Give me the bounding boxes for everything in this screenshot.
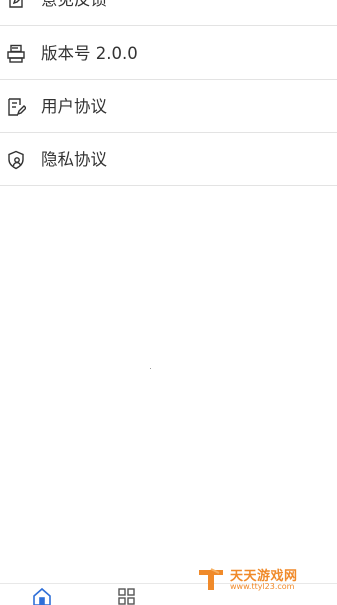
document-edit-icon [6, 97, 26, 117]
tab-home[interactable] [32, 587, 52, 605]
user-agreement-label: 用户协议 [41, 97, 107, 116]
apps-grid-icon [118, 588, 135, 605]
feedback-label: 意见反馈 [41, 0, 107, 26]
list-item-user-agreement[interactable]: 用户协议 [0, 80, 337, 133]
edit-icon [6, 0, 26, 10]
printer-icon [6, 44, 26, 64]
tab-apps[interactable] [117, 587, 137, 605]
watermark: 天天游戏网 www.ttyl23.com [196, 564, 337, 594]
watermark-logo-icon [199, 568, 223, 590]
stray-dot [150, 368, 151, 369]
list-item-feedback[interactable]: 意见反馈 [0, 0, 337, 26]
home-icon [33, 587, 51, 605]
version-label: 版本号 2.0.0 [41, 44, 138, 63]
list-item-version[interactable]: 版本号 2.0.0 [0, 27, 337, 80]
privacy-policy-label: 隐私协议 [41, 150, 107, 169]
watermark-url: www.ttyl23.com [230, 582, 295, 591]
list-item-privacy-policy[interactable]: 隐私协议 [0, 133, 337, 186]
shield-user-icon [6, 150, 26, 170]
